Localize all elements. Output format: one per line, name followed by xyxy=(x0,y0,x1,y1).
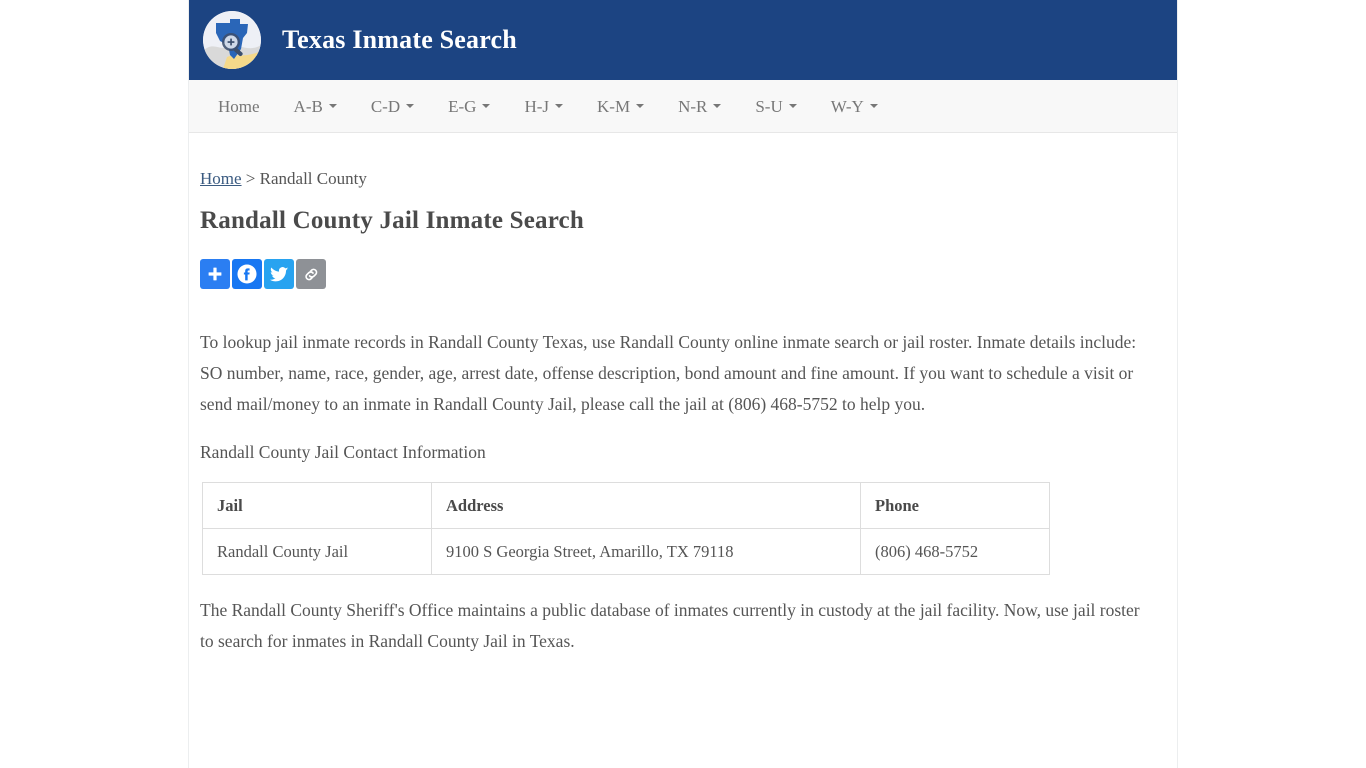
nav-item-e-g[interactable]: E-G xyxy=(431,81,507,132)
nav-item-label: A-B xyxy=(293,96,323,116)
cell-phone: (806) 468-5752 xyxy=(860,528,1050,576)
chevron-down-icon xyxy=(406,104,415,108)
nav-item-label: W-Y xyxy=(830,96,864,116)
nav-item-label: Home xyxy=(218,96,260,116)
share-buttons xyxy=(200,259,1147,290)
main-content: Home > Randall County Randall County Jai… xyxy=(189,133,1177,657)
page-title: Randall County Jail Inmate Search xyxy=(200,206,584,234)
nav-item-k-m[interactable]: K-M xyxy=(580,81,661,132)
nav-item-a-b[interactable]: A-B xyxy=(277,81,354,132)
nav-item-home[interactable]: Home xyxy=(201,81,277,132)
nav-item-h-j[interactable]: H-J xyxy=(507,81,580,132)
copy-link-button[interactable] xyxy=(296,259,326,290)
site-title: Texas Inmate Search xyxy=(282,25,517,54)
column-header-phone: Phone xyxy=(860,482,1050,530)
intro-paragraph: To lookup jail inmate records in Randall… xyxy=(200,332,1137,415)
breadcrumb: Home > Randall County xyxy=(200,167,1147,191)
nav-item-label: E-G xyxy=(448,96,477,116)
cell-jail-name: Randall County Jail xyxy=(202,528,432,576)
nav-item-label: N-R xyxy=(678,96,708,116)
nav-item-s-u[interactable]: S-U xyxy=(738,81,813,132)
chevron-down-icon xyxy=(788,104,797,108)
chevron-down-icon xyxy=(482,104,491,108)
contact-heading: Randall County Jail Contact Information xyxy=(200,442,486,463)
table-row: Randall County Jail 9100 S Georgia Stree… xyxy=(202,528,1050,576)
texas-magnifier-icon[interactable] xyxy=(203,11,261,69)
column-header-address: Address xyxy=(431,482,861,530)
facebook-share-button[interactable] xyxy=(232,259,262,290)
chevron-down-icon xyxy=(869,104,878,108)
site-header: Texas Inmate Search xyxy=(189,0,1177,80)
main-navigation: Home A-B C-D E-G H-J K-M N-R S-U W-Y xyxy=(189,80,1177,133)
breadcrumb-separator: > xyxy=(241,169,260,188)
breadcrumb-current: Randall County xyxy=(259,169,367,188)
chevron-down-icon xyxy=(328,104,337,108)
twitter-share-button[interactable] xyxy=(264,259,294,290)
nav-item-label: S-U xyxy=(755,96,783,116)
chevron-down-icon xyxy=(636,104,645,108)
contact-information-table: Jail Address Phone Randall County Jail 9… xyxy=(202,482,1050,576)
addthis-share-button[interactable] xyxy=(200,259,230,290)
nav-item-n-r[interactable]: N-R xyxy=(661,81,738,132)
page-container: Texas Inmate Search Home A-B C-D E-G H-J… xyxy=(188,0,1178,768)
chevron-down-icon xyxy=(713,104,722,108)
nav-item-label: K-M xyxy=(597,96,631,116)
nav-item-c-d[interactable]: C-D xyxy=(354,81,431,132)
cell-address: 9100 S Georgia Street, Amarillo, TX 7911… xyxy=(431,528,861,576)
table-header-row: Jail Address Phone xyxy=(202,482,1050,530)
closing-paragraph: The Randall County Sheriff's Office main… xyxy=(200,600,1140,652)
column-header-jail: Jail xyxy=(202,482,432,530)
nav-item-label: C-D xyxy=(370,96,401,116)
nav-item-w-y[interactable]: W-Y xyxy=(814,81,895,132)
nav-item-label: H-J xyxy=(524,96,549,116)
chevron-down-icon xyxy=(555,104,563,108)
breadcrumb-home-link[interactable]: Home xyxy=(200,169,242,188)
